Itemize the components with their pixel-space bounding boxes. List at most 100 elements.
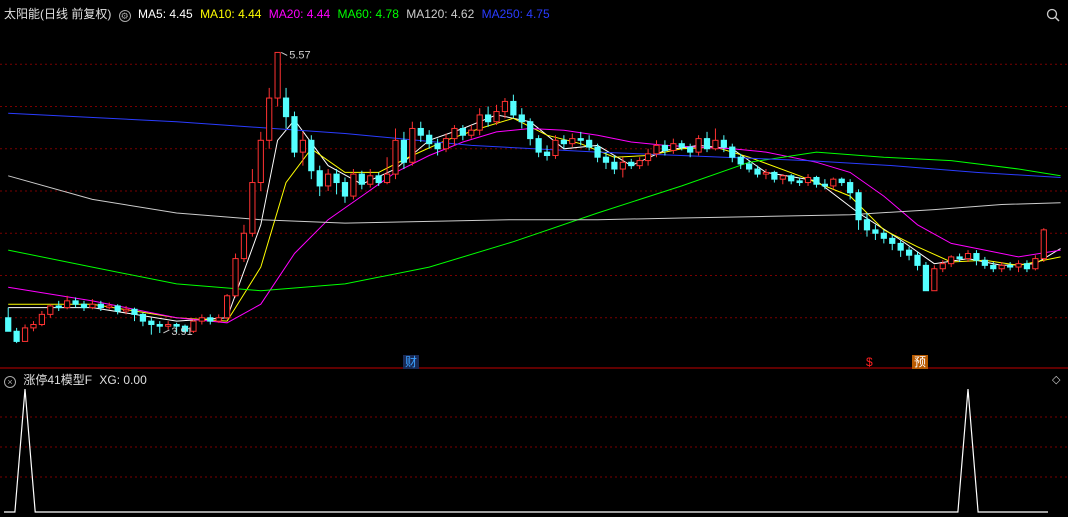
candle[interactable] [299,131,306,166]
candle[interactable] [232,253,239,298]
candle-body [459,127,466,136]
candle[interactable] [468,125,475,139]
candle[interactable] [417,121,424,142]
candle[interactable] [476,108,483,136]
candle[interactable] [38,310,45,327]
candle[interactable] [165,321,172,330]
candle[interactable] [619,157,626,178]
forecast-event[interactable]: 预 [912,355,929,369]
candle[interactable] [729,143,736,163]
candle[interactable] [274,51,281,107]
candle[interactable] [956,253,963,262]
candle[interactable] [830,177,837,190]
candle[interactable] [139,312,147,327]
candle[interactable] [804,174,812,186]
candle[interactable] [872,224,879,241]
candle[interactable] [687,143,694,158]
candle[interactable] [510,94,517,119]
candle[interactable] [21,324,29,342]
candle[interactable] [47,304,54,318]
candle[interactable] [30,321,37,332]
candle[interactable] [670,138,677,154]
candle[interactable] [240,224,248,262]
candle[interactable] [266,87,273,149]
candle[interactable] [198,314,205,325]
candle[interactable] [224,294,231,320]
candle[interactable] [485,106,492,127]
candle[interactable] [611,155,618,175]
candle[interactable] [383,157,391,185]
candle[interactable] [779,174,786,185]
candle[interactable] [518,108,525,129]
candle[interactable] [55,300,62,311]
candle[interactable] [131,307,138,322]
candle[interactable] [1032,255,1039,271]
candle[interactable] [644,148,652,166]
candle[interactable] [821,179,828,190]
candle[interactable] [543,145,551,161]
candle[interactable] [72,297,79,308]
candle[interactable] [207,314,214,325]
candle[interactable] [367,169,374,188]
candle[interactable] [501,98,509,119]
candle[interactable] [948,255,955,268]
candle[interactable] [569,133,576,148]
candle[interactable] [282,87,290,129]
candle[interactable] [316,165,323,197]
candle[interactable] [771,170,778,183]
candle[interactable] [981,256,988,269]
candle[interactable] [628,158,635,170]
candle[interactable] [493,104,500,126]
candle[interactable] [636,157,643,170]
candle[interactable] [156,321,163,333]
candle[interactable] [527,118,534,146]
candle[interactable] [333,169,340,195]
candle[interactable] [291,111,298,158]
candle[interactable] [964,250,972,262]
candle[interactable] [922,261,930,292]
candle[interactable] [392,128,399,180]
candle[interactable] [64,295,71,310]
dividend-event[interactable]: $ [864,355,875,369]
candle[interactable] [257,131,264,191]
candle[interactable] [788,174,795,185]
candle[interactable] [80,300,88,311]
candle[interactable] [914,251,921,271]
candle[interactable] [308,135,315,180]
candle[interactable] [358,170,365,190]
candle[interactable] [889,234,896,251]
candle[interactable] [712,128,719,151]
candle[interactable] [13,327,20,344]
candle[interactable] [661,140,669,156]
candle[interactable] [426,130,433,149]
candle[interactable] [813,175,820,188]
candle[interactable] [535,135,542,158]
candle[interactable] [703,131,711,153]
candle[interactable] [350,169,357,200]
candle[interactable] [114,304,121,315]
candle[interactable] [897,240,904,257]
candle[interactable] [375,172,382,186]
candle[interactable] [905,246,913,261]
candle[interactable] [148,317,155,335]
candle[interactable] [880,229,887,244]
candle[interactable] [341,177,349,203]
candle[interactable] [838,177,845,186]
candle[interactable] [931,265,938,292]
candle[interactable] [855,189,862,230]
candle[interactable] [552,135,559,159]
financial-report-event[interactable]: 财 [403,355,420,369]
candle[interactable] [695,135,702,156]
candle[interactable] [1023,260,1031,273]
candle[interactable] [409,121,416,166]
candle[interactable] [215,314,222,323]
candle[interactable] [5,307,12,332]
candle[interactable] [973,250,980,266]
candle[interactable] [451,125,458,146]
candle[interactable] [847,179,854,200]
candle[interactable] [249,169,256,237]
candle[interactable] [1040,228,1047,262]
candle[interactable] [1015,260,1022,273]
candle[interactable] [1007,261,1014,271]
candle[interactable] [325,169,332,191]
